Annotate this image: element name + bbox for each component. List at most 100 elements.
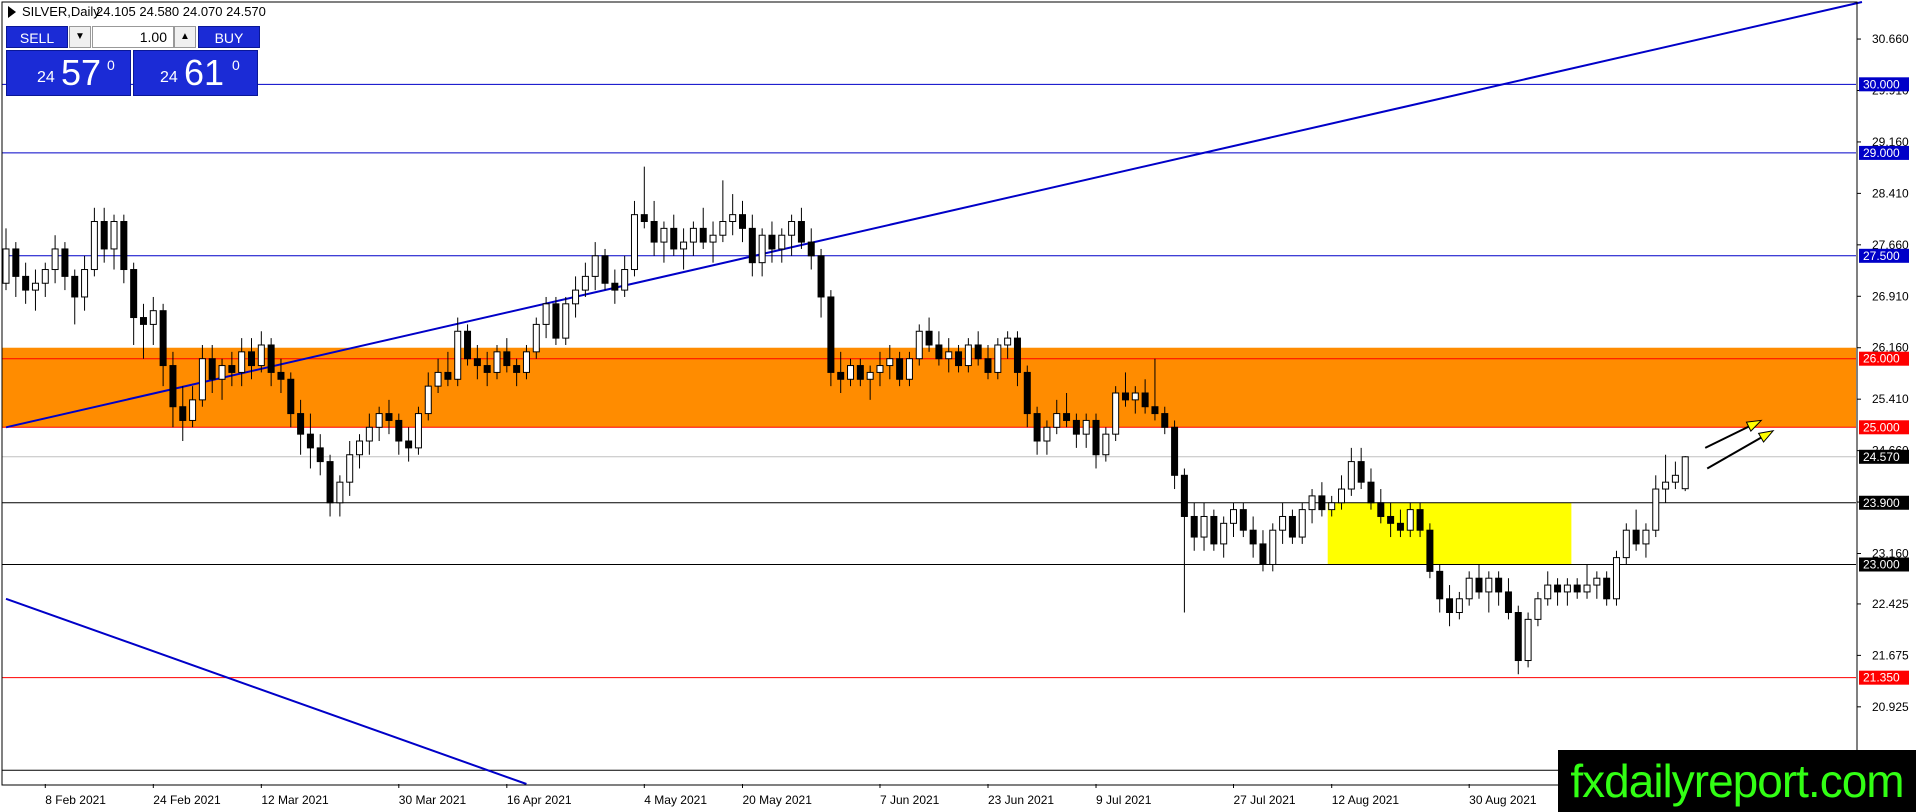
buy-button[interactable]: BUY [198, 26, 260, 48]
candle [1632, 509, 1640, 551]
candle [807, 228, 815, 270]
candle [326, 454, 334, 517]
candle-body-bull [198, 358, 206, 401]
candle [1259, 530, 1267, 572]
candle-body-bear [120, 221, 128, 271]
candle-body-bear [1141, 392, 1149, 408]
one-click-trading-panel: SELL ▼ ▲ BUY 24 57 0 24 61 0 [6, 26, 260, 96]
candle-body-bear [1514, 612, 1522, 662]
candle-body-bear [1495, 577, 1503, 593]
candle [1642, 523, 1650, 558]
level-price-label: 24.570 [1863, 450, 1900, 464]
candle [1652, 475, 1660, 538]
candle [689, 221, 697, 256]
candle [827, 290, 835, 387]
candle [1347, 447, 1355, 496]
price-chart[interactable]: 30.66029.91029.16028.41027.66026.91026.1… [0, 0, 1916, 812]
candle-body-bear [267, 344, 275, 373]
candle [1092, 413, 1100, 469]
candle-body-bear [444, 371, 452, 380]
candle-body-bull [414, 413, 422, 449]
candle-body-bull [110, 221, 118, 250]
lot-increase-button[interactable]: ▲ [174, 26, 196, 48]
candle [100, 207, 108, 263]
x-tick-label: 12 Aug 2021 [1332, 793, 1400, 807]
candle-body-bull [257, 344, 265, 367]
candle-body-bear [1446, 598, 1454, 614]
candle [660, 221, 668, 263]
candle-body-bear [640, 214, 648, 223]
level-price-label: 27.500 [1863, 249, 1900, 263]
candle-body-bull [1043, 426, 1051, 442]
candle-body-bear [473, 358, 481, 367]
candle [1554, 578, 1562, 606]
candle-body-bull [522, 351, 530, 373]
level-price-label: 25.000 [1863, 420, 1900, 434]
candle-body-bear [1259, 543, 1267, 565]
candle [1308, 489, 1316, 524]
candle [1603, 571, 1611, 606]
candle-body-bull [1534, 598, 1542, 620]
candle-body-bear [1092, 419, 1100, 456]
candle-body-bull [689, 227, 697, 243]
candle-body-bear [807, 241, 815, 257]
candle [120, 214, 128, 284]
candle [1190, 502, 1198, 551]
buy-price-button[interactable]: 24 61 0 [133, 50, 258, 96]
candle [729, 194, 737, 236]
y-tick-label: 22.425 [1872, 597, 1909, 611]
candle [1288, 509, 1296, 544]
level-price-label: 26.000 [1863, 352, 1900, 366]
candle-body-bull [1200, 515, 1208, 538]
candle-body-bull [149, 310, 157, 325]
candle-body-bull [1671, 474, 1679, 483]
sell-price-button[interactable]: 24 57 0 [6, 50, 131, 96]
candle-body-bull [866, 371, 874, 380]
candle [1504, 578, 1512, 620]
candle-body-bull [493, 351, 501, 373]
candle-body-bull [1004, 337, 1012, 346]
level-price-label: 29.000 [1863, 146, 1900, 160]
candle-body-bull [542, 303, 550, 325]
candle [1671, 461, 1679, 490]
ohlc-label: 24.105 24.580 24.070 24.570 [96, 4, 266, 19]
lot-size-input[interactable] [92, 26, 174, 48]
candle-body-bull [81, 269, 89, 298]
candle-body-bull [365, 426, 373, 442]
candle [1180, 468, 1188, 613]
candle-body-bull [424, 385, 432, 415]
candle-body-bull [905, 358, 913, 380]
candle [709, 221, 717, 263]
zone-resistance [2, 347, 1856, 428]
candle [71, 269, 79, 325]
candle [1485, 571, 1493, 613]
candle [572, 276, 580, 318]
candle-body-bull [1053, 413, 1061, 428]
brand-watermark: fxdailyreport.com [1558, 750, 1916, 812]
candle [1455, 591, 1463, 620]
candle-body-bear [935, 344, 943, 360]
y-tick-label: 25.410 [1872, 392, 1909, 406]
candle [316, 434, 324, 476]
sell-button[interactable]: SELL [6, 26, 68, 48]
candle-body-bear [306, 433, 314, 449]
candle-body-bear [856, 365, 864, 380]
candle-body-bull [778, 234, 786, 250]
candle-body-bear [1396, 522, 1404, 531]
candle-body-bear [748, 227, 756, 264]
candle-body-bear [139, 317, 147, 325]
candle [1239, 502, 1247, 538]
candle [699, 207, 707, 249]
candle-body-bull [218, 365, 226, 380]
candle-body-bear [22, 275, 30, 291]
candle [81, 255, 89, 311]
candle-body-bull [2, 248, 10, 284]
candle-body-bull [660, 227, 668, 243]
candle-body-bull [562, 303, 570, 339]
candle [1230, 502, 1237, 538]
lot-decrease-button[interactable]: ▼ [69, 26, 91, 48]
candle-body-bull [621, 269, 629, 291]
candle-body-bull [1131, 392, 1139, 401]
candle-body-bull [41, 269, 49, 284]
candle [31, 269, 39, 311]
